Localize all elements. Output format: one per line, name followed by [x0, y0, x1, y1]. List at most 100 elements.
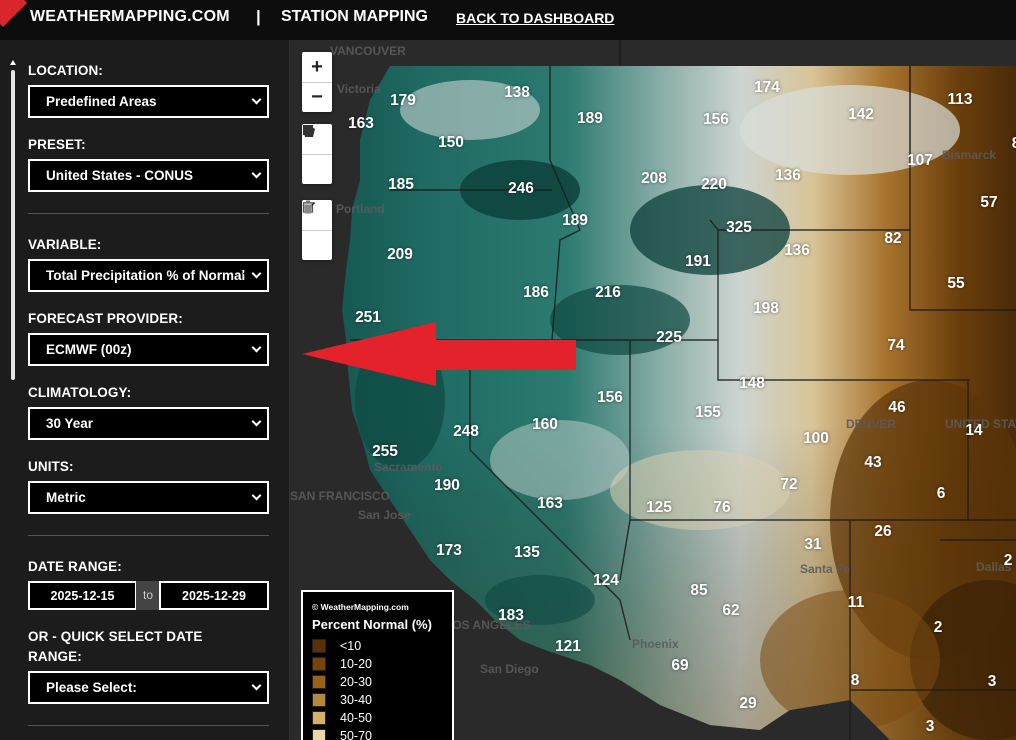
variable-select[interactable]: Total Precipitation % of Normal	[28, 259, 269, 292]
start-date-input[interactable]: 2025-12-15	[28, 581, 137, 610]
precip-value-label: 190	[434, 477, 460, 494]
legend-item: 50-70	[312, 728, 372, 740]
date-range-to-label: to	[136, 581, 160, 610]
precip-value-label: 3	[987, 673, 997, 690]
precip-value-label: 183	[498, 607, 524, 624]
legend-item: 10-20	[312, 656, 372, 672]
preset-label: PRESET:	[28, 137, 86, 152]
forecast-provider-label: FORECAST PROVIDER:	[28, 311, 183, 326]
legend-item-label: 10-20	[340, 657, 372, 671]
precip-value-label: 82	[884, 230, 902, 247]
edit-controls	[302, 200, 332, 260]
precip-value-label: 198	[753, 300, 779, 317]
delete-layers-button[interactable]	[302, 200, 332, 260]
precip-value-label: 3	[925, 718, 935, 735]
draw-rectangle-button[interactable]	[302, 125, 332, 184]
precip-value-label: 255	[372, 443, 398, 460]
precip-value-label: 11	[847, 594, 865, 611]
precip-value-label: 191	[685, 253, 711, 270]
precip-value-label: 156	[597, 389, 623, 406]
precip-value-label: 189	[577, 110, 603, 127]
location-select[interactable]: Predefined Areas	[28, 85, 269, 118]
map-view[interactable]: VANCOUVER Victoria Portland Sacramento S…	[290, 40, 1016, 740]
sidebar-scrollbar[interactable]	[11, 70, 15, 380]
corner-badge-icon	[0, 0, 28, 28]
location-select-value: Predefined Areas	[46, 94, 157, 109]
app-window: WEATHERMAPPING.COM | STATION MAPPING BAC…	[0, 0, 1016, 740]
chevron-down-icon	[251, 168, 262, 179]
legend-credit: © WeatherMapping.com	[312, 602, 409, 612]
chevron-down-icon	[251, 416, 262, 427]
climatology-select-value: 30 Year	[46, 416, 94, 431]
city-label: Bismarck	[942, 148, 997, 162]
quick-select-label-line2: RANGE:	[28, 649, 82, 664]
legend-item-label: 20-30	[340, 675, 372, 689]
precip-value-label: 138	[504, 84, 530, 101]
zoom-out-button[interactable]: −	[302, 82, 332, 112]
precip-value-label: 26	[874, 523, 892, 540]
city-label: Phoenix	[632, 637, 679, 651]
header-separator: |	[256, 7, 261, 26]
units-select[interactable]: Metric	[28, 481, 269, 514]
climatology-select[interactable]: 30 Year	[28, 407, 269, 440]
precip-value-label: 185	[388, 176, 414, 193]
chevron-down-icon	[251, 490, 262, 501]
top-bar: WEATHERMAPPING.COM | STATION MAPPING BAC…	[0, 0, 1016, 40]
precip-value-label: 136	[775, 167, 801, 184]
precip-value-label: 251	[355, 309, 381, 326]
sidebar: LOCATION: Predefined Areas PRESET: Unite…	[0, 40, 290, 740]
chevron-down-icon	[251, 342, 262, 353]
zoom-in-button[interactable]: +	[302, 52, 332, 82]
legend-item: 20-30	[312, 674, 372, 690]
units-label: UNITS:	[28, 459, 74, 474]
variable-select-value: Total Precipitation % of Normal	[46, 268, 246, 283]
city-label: DENVER	[846, 417, 897, 431]
precip-value-label: 135	[514, 544, 540, 561]
precip-value-label: 74	[887, 337, 905, 354]
square-icon	[303, 125, 313, 135]
units-select-value: Metric	[46, 490, 86, 505]
city-label: Portland	[336, 202, 385, 216]
back-to-dashboard-link[interactable]: BACK TO DASHBOARD	[456, 10, 614, 26]
end-date-input[interactable]: 2025-12-29	[159, 581, 269, 610]
legend-item-label: <10	[340, 639, 362, 653]
forecast-provider-select-value: ECMWF (00z)	[46, 342, 132, 357]
precip-value-label: 14	[965, 422, 983, 439]
precip-value-label: 124	[593, 572, 619, 589]
quick-select-date-range-select[interactable]: Please Select:	[28, 671, 269, 704]
precip-value-label: 2	[1003, 552, 1013, 569]
sidebar-divider	[28, 535, 269, 536]
scroll-up-arrow-icon[interactable]	[10, 60, 16, 65]
sidebar-divider	[28, 213, 269, 214]
precip-value-label: 209	[387, 246, 413, 263]
precip-value-label: 155	[695, 404, 721, 421]
climatology-label: CLIMATOLOGY:	[28, 385, 132, 400]
precip-value-label: 121	[555, 638, 581, 655]
legend-swatch	[312, 729, 326, 740]
precip-value-label: 246	[508, 180, 534, 197]
legend-item-label: 50-70	[340, 729, 372, 740]
precip-value-label: 113	[947, 91, 973, 108]
precip-value-label: 186	[523, 284, 549, 301]
brand-title[interactable]: WEATHERMAPPING.COM	[30, 8, 230, 26]
preset-select[interactable]: United States - CONUS	[28, 159, 269, 192]
precip-value-label: 57	[980, 194, 998, 211]
city-label: San Diego	[480, 662, 539, 676]
forecast-provider-select[interactable]: ECMWF (00z)	[28, 333, 269, 366]
precip-value-label: 76	[713, 499, 731, 516]
precip-value-label: 142	[848, 106, 874, 123]
precip-value-label: 325	[726, 219, 752, 236]
trash-icon	[303, 200, 313, 214]
draw-controls	[302, 124, 332, 184]
chevron-down-icon	[251, 268, 262, 279]
legend-item: <10	[312, 638, 361, 654]
legend-swatch	[312, 693, 326, 707]
precip-value-label: 160	[532, 416, 558, 433]
legend-item: 40-50	[312, 710, 372, 726]
precip-value-label: 8	[1012, 135, 1016, 153]
precip-value-label: 225	[656, 329, 682, 346]
precip-value-label: 208	[641, 170, 667, 187]
precip-value-label: 156	[703, 111, 729, 128]
date-range-label: DATE RANGE:	[28, 559, 122, 574]
precip-value-label: 100	[803, 430, 829, 447]
